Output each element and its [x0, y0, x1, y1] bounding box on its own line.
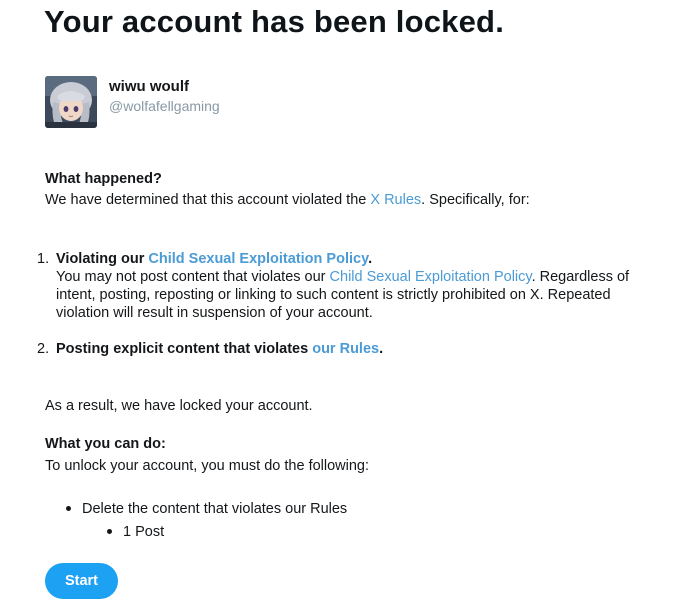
violation-title-prefix: Violating our [56, 251, 149, 267]
what-happened-text-after: . Specifically, for: [421, 192, 530, 208]
violation-desc-line2: intent, posting, reposting or linking to… [56, 287, 611, 303]
violation-desc-line3: violation will result in suspension of y… [56, 305, 373, 321]
child-sexual-exploitation-policy-link[interactable]: Child Sexual Exploitation Policy [148, 251, 368, 267]
what-happened-text-before: We have determined that this account vio… [45, 192, 371, 208]
violation-desc-after: . Regardless of [531, 269, 630, 285]
violation-title: Posting explicit content that violates o… [56, 340, 677, 358]
todo-list: Delete the content that violates our Rul… [66, 500, 347, 541]
what-you-can-do-text: To unlock your account, you must do the … [45, 458, 370, 474]
violation-desc-before: You may not post content that violates o… [56, 269, 330, 285]
todo-sub-item: 1 Post [107, 523, 347, 541]
violation-title-suffix: . [368, 251, 373, 267]
display-name: wiwu woulf [109, 78, 189, 95]
account-handle: @wolfafellgaming [109, 98, 220, 114]
policy-inline-link[interactable]: Child Sexual Exploitation Policy [330, 269, 532, 285]
violation-title-suffix: . [379, 341, 384, 357]
todo-item-label: Delete the content that violates our Rul… [82, 501, 348, 517]
account-profile: wiwu woulf @wolfafellgaming [45, 76, 220, 130]
page-title: Your account has been locked. [44, 4, 505, 39]
avatar-image [45, 76, 97, 128]
result-text: As a result, we have locked your account… [45, 398, 313, 414]
violation-description: You may not post content that violates o… [56, 268, 677, 322]
violation-item: 2. Posting explicit content that violate… [37, 340, 677, 358]
bullet-icon [66, 505, 71, 511]
start-button[interactable]: Start [45, 563, 118, 599]
avatar [45, 76, 97, 128]
violation-title: Violating our Child Sexual Exploitation … [56, 250, 677, 268]
what-happened-heading: What happened? [45, 171, 162, 187]
violation-number: 2. [37, 341, 50, 357]
todo-item: Delete the content that violates our Rul… [66, 500, 347, 541]
bullet-icon [107, 528, 112, 534]
violation-number: 1. [37, 251, 50, 267]
our-rules-link[interactable]: our Rules [312, 341, 379, 357]
what-you-can-do-heading: What you can do: [45, 436, 166, 452]
violation-title-prefix: Posting explicit content that violates [56, 341, 313, 357]
todo-sub-item-label: 1 Post [123, 524, 165, 540]
violations-list: 1. Violating our Child Sexual Exploitati… [37, 250, 677, 358]
violation-item: 1. Violating our Child Sexual Exploitati… [37, 250, 677, 322]
what-happened-text: We have determined that this account vio… [45, 192, 530, 208]
x-rules-link[interactable]: X Rules [370, 192, 421, 208]
